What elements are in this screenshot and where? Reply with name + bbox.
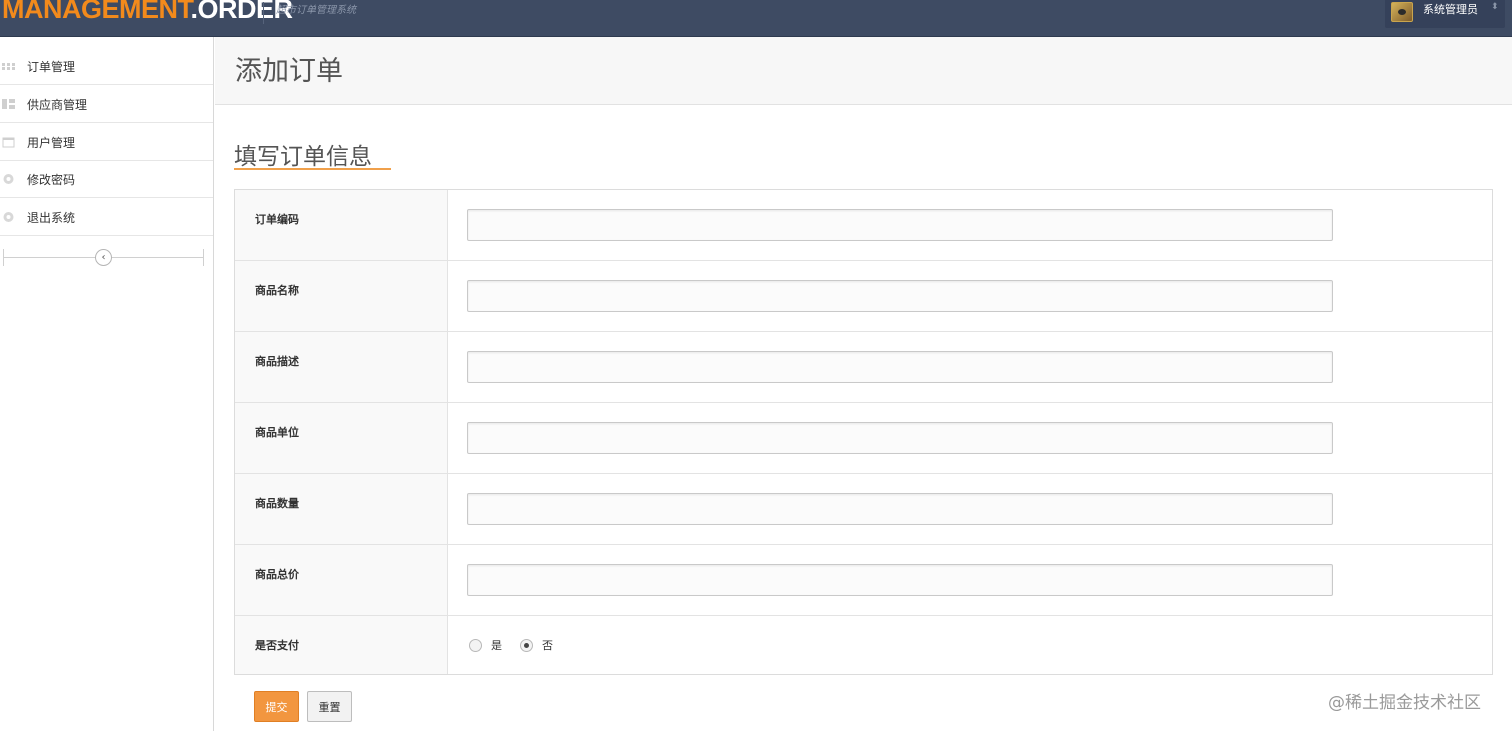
sidebar-item-label: 供应商管理: [27, 98, 88, 112]
avatar: [1391, 2, 1413, 22]
user-name: 系统管理员: [1423, 3, 1478, 16]
reset-button[interactable]: 重置: [307, 691, 352, 722]
chevron-left-icon: ‹: [101, 252, 106, 263]
field-input-cell: [449, 190, 1492, 260]
section-title: 填写订单信息: [234, 144, 372, 170]
field-label-cell: 商品描述: [235, 332, 448, 402]
header-divider: [263, 2, 264, 24]
sidebar-item-label: 订单管理: [27, 60, 76, 74]
total-price-input[interactable]: [467, 564, 1333, 596]
top-header: MANAGEMENT.ORDER 超市订单管理系统 系统管理员 ⬍: [0, 0, 1512, 37]
logo-management: MANAGEMENT: [2, 0, 191, 24]
app-subtitle: 超市订单管理系统: [276, 5, 356, 16]
field-label: 商品名称: [255, 284, 299, 297]
form-row-product-qty: 商品数量: [235, 474, 1492, 545]
chevron-updown-icon: ⬍: [1491, 2, 1499, 12]
product-name-input[interactable]: [467, 280, 1333, 312]
sidebar-item-label: 用户管理: [27, 136, 76, 150]
sidebar-item-orders[interactable]: 订单管理: [0, 48, 213, 85]
sidebar-item-label: 修改密码: [27, 173, 76, 187]
field-label-cell: 订单编码: [235, 190, 448, 260]
field-input-cell: [449, 474, 1492, 544]
field-input-cell: [449, 261, 1492, 331]
field-input-cell: [449, 545, 1492, 615]
field-label: 商品描述: [255, 355, 299, 368]
paid-radio-group: 是 否: [469, 637, 571, 653]
collapse-sidebar-button[interactable]: ‹: [95, 249, 112, 266]
paid-no-radio[interactable]: [520, 638, 533, 652]
section-underline: [234, 168, 391, 170]
field-label: 是否支付: [255, 639, 299, 652]
divider-tick: [3, 249, 4, 266]
sidebar-item-users[interactable]: 用户管理: [0, 124, 213, 161]
field-label-cell: 是否支付: [235, 616, 448, 674]
sidebar-item-label: 退出系统: [27, 211, 76, 225]
field-input-cell: 是 否: [449, 616, 1492, 674]
watermark: @稀土掘金技术社区: [1328, 693, 1481, 713]
product-desc-input[interactable]: [467, 351, 1333, 383]
field-label-cell: 商品总价: [235, 545, 448, 615]
form-row-product-desc: 商品描述: [235, 332, 1492, 403]
paid-yes-label[interactable]: 是: [491, 637, 502, 653]
form-row-product-name: 商品名称: [235, 261, 1492, 332]
layout-icon: [2, 98, 15, 110]
app-logo: MANAGEMENT.ORDER: [2, 0, 293, 24]
field-label: 商品单位: [255, 426, 299, 439]
order-form: 订单编码 商品名称 商品描述 商品单位 商品数量 商品总价 是否支付 是 否: [234, 189, 1493, 675]
field-label-cell: 商品数量: [235, 474, 448, 544]
field-label: 商品数量: [255, 497, 299, 510]
page-header: 添加订单: [215, 37, 1512, 105]
calendar-icon: [2, 136, 15, 148]
order-code-input[interactable]: [467, 209, 1333, 241]
settings-icon: [2, 211, 15, 223]
product-quantity-input[interactable]: [467, 493, 1333, 525]
divider-tick: [203, 249, 204, 266]
field-label: 商品总价: [255, 568, 299, 581]
paid-yes-radio[interactable]: [469, 638, 482, 652]
submit-button[interactable]: 提交: [254, 691, 299, 722]
field-label-cell: 商品单位: [235, 403, 448, 473]
settings-icon: [2, 173, 15, 185]
form-row-order-code: 订单编码: [235, 190, 1492, 261]
sidebar-item-logout[interactable]: 退出系统: [0, 199, 213, 236]
field-input-cell: [449, 332, 1492, 402]
page-title: 添加订单: [235, 56, 343, 87]
user-menu[interactable]: 系统管理员 ⬍: [1385, 0, 1505, 28]
form-row-product-unit: 商品单位: [235, 403, 1492, 474]
paid-no-label[interactable]: 否: [542, 637, 553, 653]
field-input-cell: [449, 403, 1492, 473]
sidebar-item-change-password[interactable]: 修改密码: [0, 161, 213, 198]
field-label: 订单编码: [255, 213, 299, 226]
form-row-total-price: 商品总价: [235, 545, 1492, 616]
form-row-paid: 是否支付 是 否: [235, 616, 1492, 674]
sidebar-item-suppliers[interactable]: 供应商管理: [0, 86, 213, 123]
grid-icon: [2, 60, 15, 72]
field-label-cell: 商品名称: [235, 261, 448, 331]
sidebar: 订单管理 供应商管理 用户管理 修改密码 退出系统 ‹: [0, 37, 214, 731]
product-unit-input[interactable]: [467, 422, 1333, 454]
